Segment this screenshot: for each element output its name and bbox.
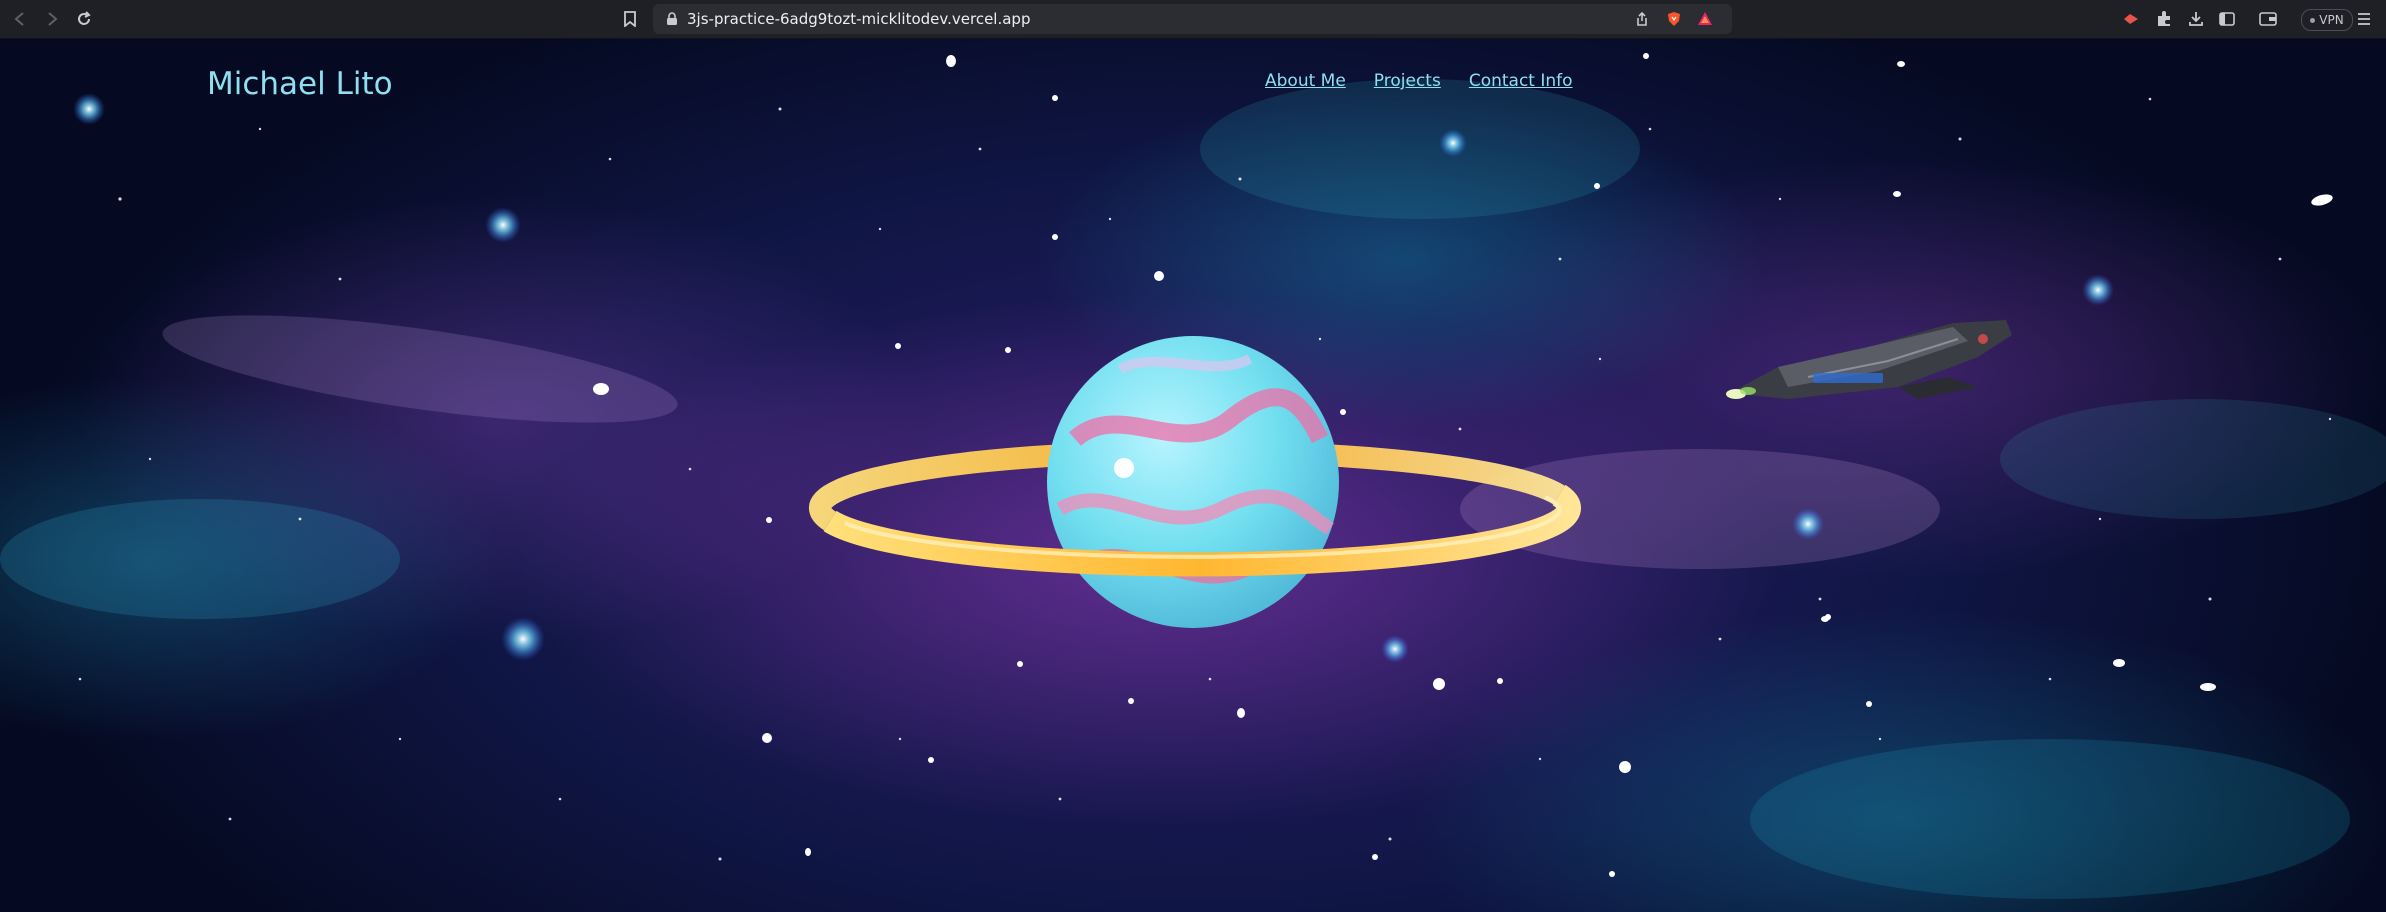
wallet-icon[interactable]	[2258, 10, 2278, 28]
webgl-canvas[interactable]: Michael Lito About Me Projects Contact I…	[0, 39, 2386, 912]
vpn-label: VPN	[2319, 13, 2344, 27]
sidebar-icon[interactable]	[2218, 10, 2236, 28]
url-text: 3js-practice-6adg9tozt-micklitodev.verce…	[687, 10, 1031, 28]
menu-icon[interactable]	[2356, 11, 2372, 27]
reload-icon[interactable]	[74, 9, 94, 29]
vpn-dot-icon	[2310, 18, 2316, 23]
back-icon[interactable]	[10, 9, 30, 29]
bookmark-icon[interactable]	[620, 9, 640, 29]
download-icon[interactable]	[2187, 10, 2205, 28]
wallet-extension-icon[interactable]	[2122, 11, 2140, 27]
forward-icon[interactable]	[42, 9, 62, 29]
space-scene	[0, 53, 2386, 899]
brave-shields-icon[interactable]	[1666, 11, 1682, 27]
address-bar[interactable]: 3js-practice-6adg9tozt-micklitodev.verce…	[653, 4, 1732, 34]
nav-link-about-me[interactable]: About Me	[1265, 70, 1346, 92]
lock-icon	[667, 12, 677, 25]
spaceship	[1726, 320, 2012, 399]
nav-link-contact-info[interactable]: Contact Info	[1469, 70, 1573, 92]
site-title[interactable]: Michael Lito	[207, 65, 393, 103]
brave-rewards-icon[interactable]	[1697, 11, 1713, 27]
share-icon[interactable]	[1634, 11, 1650, 27]
browser-toolbar: 3js-practice-6adg9tozt-micklitodev.verce…	[0, 0, 2386, 39]
nav-link-projects[interactable]: Projects	[1374, 70, 1441, 92]
vpn-button[interactable]: VPN	[2301, 9, 2353, 31]
ringed-planet	[808, 336, 1582, 628]
extensions-icon[interactable]	[2155, 10, 2173, 28]
main-nav: About Me Projects Contact Info	[1265, 70, 1573, 92]
